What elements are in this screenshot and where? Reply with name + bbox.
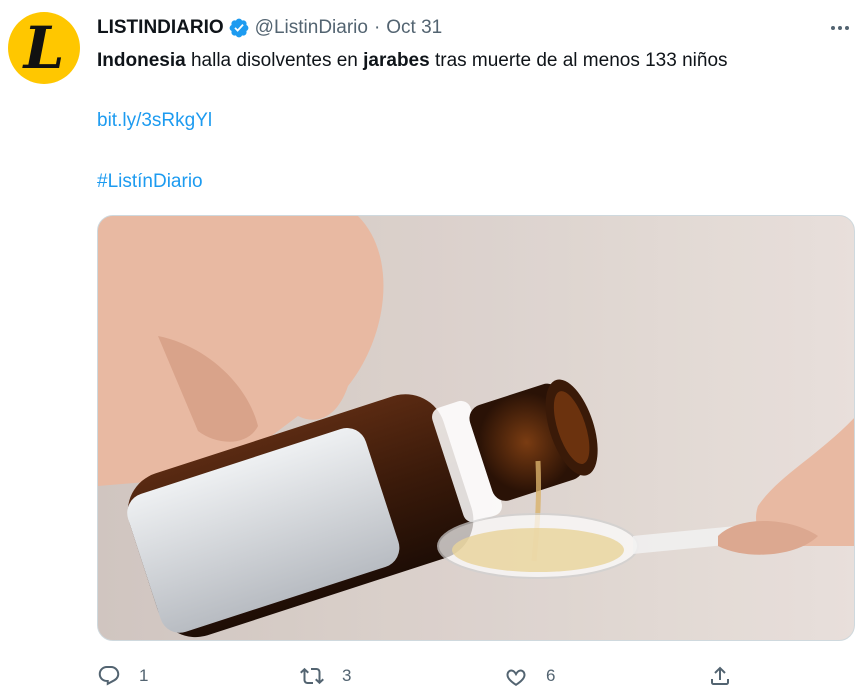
retweet-icon: [300, 667, 324, 685]
tweet-text-2: halla disolventes en: [185, 50, 364, 71]
tweet-image[interactable]: [97, 215, 855, 641]
tweet-text-bold-2: jarabes: [363, 50, 430, 71]
tweet-header: LISTINDIARIO @ListinDiario · Oct 31: [97, 14, 442, 42]
author-handle[interactable]: @ListinDiario: [255, 17, 368, 39]
tweet-date[interactable]: Oct 31: [386, 17, 442, 39]
tweet-text-3: tras muerte de al menos 133 niños: [429, 50, 728, 71]
like-count: 6: [546, 666, 556, 685]
more-icon[interactable]: [826, 16, 854, 40]
tweet-text-bold-1: Indonesia: [97, 50, 186, 71]
tweet-text: Indonesia halla disolventes en jarabes t…: [97, 49, 728, 73]
reply-button[interactable]: 1: [97, 660, 148, 692]
like-button[interactable]: 6: [504, 660, 555, 692]
reply-icon: [98, 666, 120, 686]
avatar[interactable]: L: [8, 12, 80, 84]
tweet-hashtag[interactable]: #ListínDiario: [97, 170, 203, 194]
like-icon: [506, 669, 526, 686]
syrup-bottle-photo: [98, 216, 854, 640]
share-button[interactable]: [708, 660, 732, 692]
avatar-logo: L: [23, 14, 65, 82]
separator: ·: [373, 17, 381, 38]
verified-badge-icon: [229, 18, 249, 38]
reply-count: 1: [139, 666, 149, 685]
tweet-link[interactable]: bit.ly/3sRkgYl: [97, 109, 212, 133]
share-icon: [711, 666, 729, 685]
retweet-count: 3: [342, 666, 352, 685]
author-name[interactable]: LISTINDIARIO: [97, 17, 224, 39]
tweet-actions: 1 3 6: [0, 660, 858, 692]
retweet-button[interactable]: 3: [300, 660, 351, 692]
